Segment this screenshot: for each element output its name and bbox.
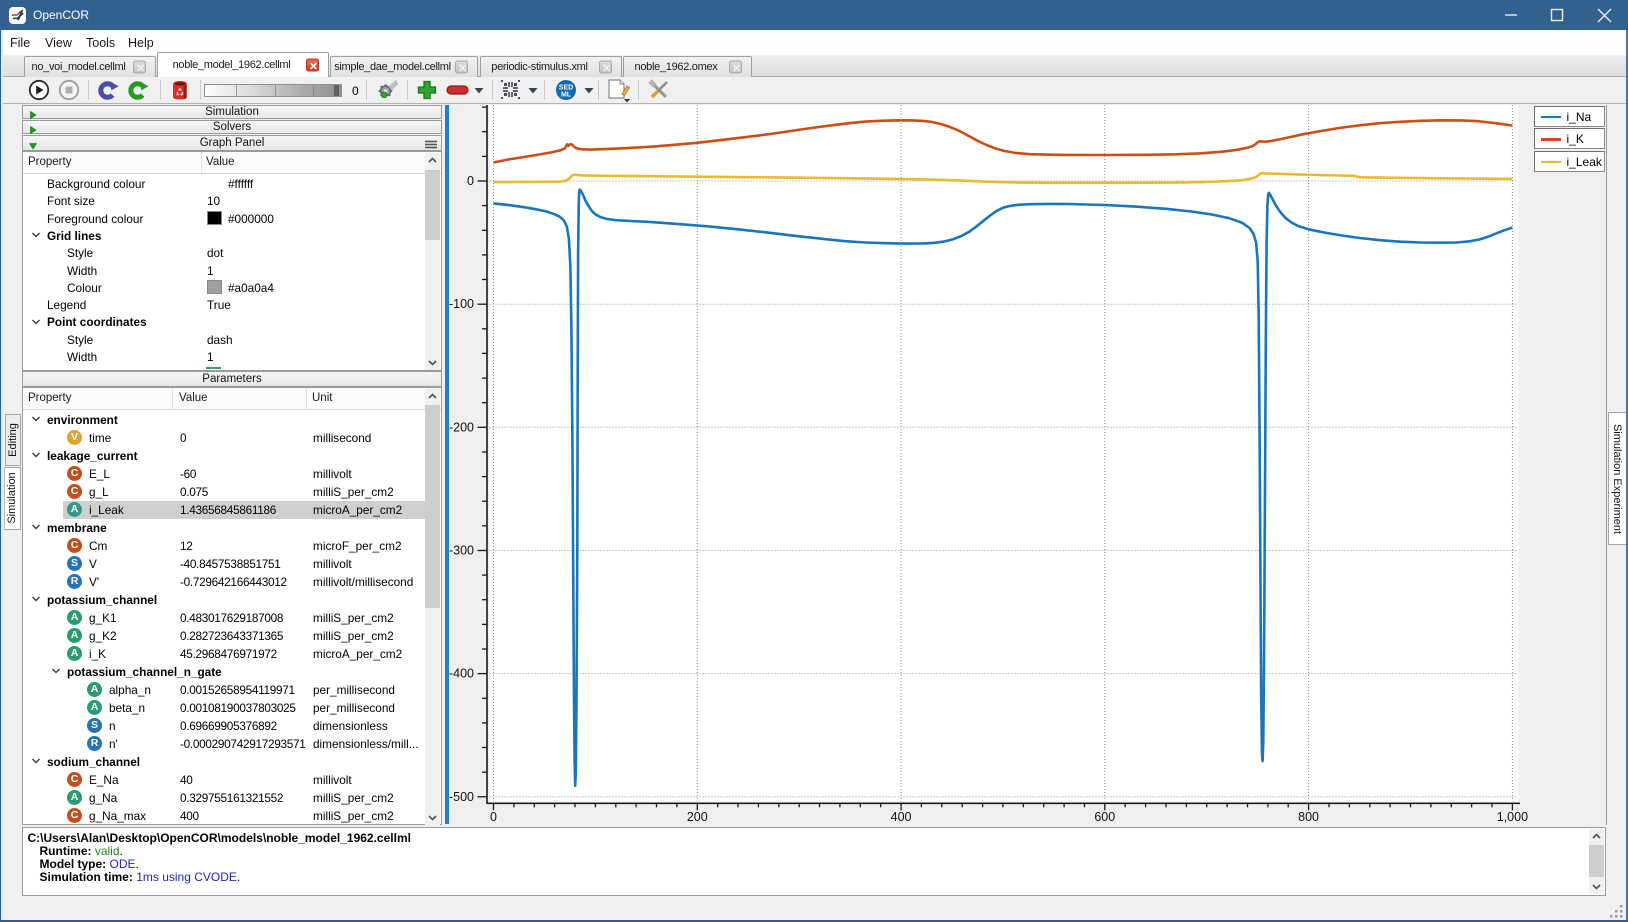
- svg-text:400: 400: [891, 810, 912, 824]
- svg-text:0: 0: [490, 810, 497, 824]
- svg-text:-100: -100: [449, 297, 474, 311]
- svg-text:1,000: 1,000: [1497, 810, 1528, 824]
- svg-text:200: 200: [687, 810, 708, 824]
- svg-text:600: 600: [1094, 810, 1115, 824]
- svg-text:0: 0: [467, 174, 474, 188]
- svg-text:ML: ML: [561, 92, 572, 99]
- svg-text:-200: -200: [449, 420, 474, 434]
- svg-text:SED: SED: [559, 85, 573, 92]
- svg-text:-500: -500: [449, 790, 474, 804]
- svg-text:-300: -300: [449, 544, 474, 558]
- svg-text:800: 800: [1298, 810, 1319, 824]
- svg-text:-400: -400: [449, 667, 474, 681]
